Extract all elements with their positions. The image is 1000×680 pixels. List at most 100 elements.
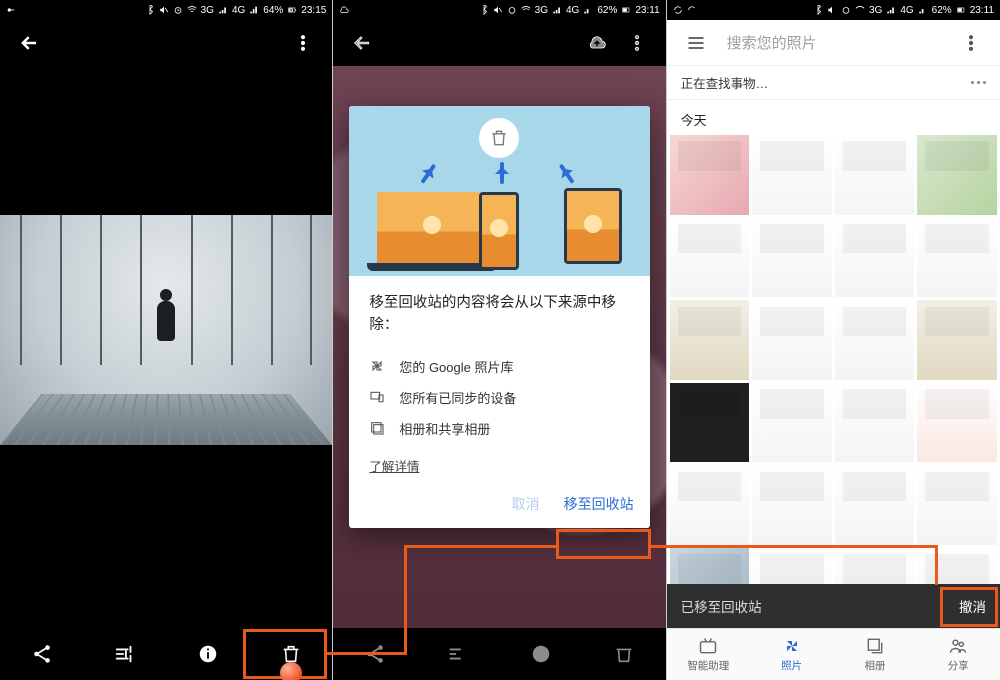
photo-thumb[interactable]	[835, 218, 915, 298]
back-button[interactable]	[12, 26, 46, 60]
photo-thumb[interactable]	[917, 383, 997, 463]
section-header-today: 今天	[667, 100, 1000, 135]
photo-thumb[interactable]	[835, 300, 915, 380]
photo-thumb[interactable]	[670, 465, 750, 545]
signal-icon	[886, 5, 896, 15]
learn-more-link[interactable]: 了解详情	[369, 456, 419, 475]
albums-icon	[865, 636, 885, 656]
photo-thumb[interactable]	[917, 218, 997, 298]
photo-thumb[interactable]	[917, 300, 997, 380]
nav-sharing[interactable]: 分享	[917, 629, 1000, 680]
overflow-button[interactable]	[620, 26, 654, 60]
nav-label: 智能助理	[687, 658, 729, 673]
snackbar-undo-button[interactable]: 撤消	[959, 596, 986, 616]
alarm-icon	[173, 5, 183, 15]
nav-label: 照片	[781, 658, 802, 673]
cloud-done-icon	[339, 5, 349, 15]
photo-thumb[interactable]	[835, 135, 915, 215]
photo-thumb[interactable]	[752, 465, 832, 545]
photo-thumb[interactable]	[752, 300, 832, 380]
arrow-left-icon	[352, 33, 372, 53]
nav-photos[interactable]: 照片	[750, 629, 833, 680]
signal-icon	[552, 5, 562, 15]
status-bar: 3G 4G 64% 23:15	[0, 0, 332, 20]
cloud-upload-button[interactable]	[580, 26, 614, 60]
pinwheel-icon	[369, 358, 385, 374]
signal2-icon	[583, 5, 593, 15]
share-button[interactable]	[25, 637, 59, 671]
wifi-icon	[187, 5, 197, 15]
photo-thumb[interactable]	[835, 465, 915, 545]
status-bar: 3G 4G 62% 23:11	[333, 0, 665, 20]
network-label: 3G	[535, 5, 548, 16]
search-input[interactable]: 搜索您的照片	[713, 32, 954, 53]
nav-albums[interactable]: 相册	[833, 629, 916, 680]
wifi-icon	[521, 5, 531, 15]
mute-icon	[827, 5, 837, 15]
signal-label: 4G	[232, 5, 245, 16]
clock: 23:11	[970, 5, 994, 16]
share-button	[358, 637, 392, 671]
signal-icon	[218, 5, 228, 15]
delete-button[interactable]	[274, 637, 308, 671]
nav-assistant[interactable]: 智能助理	[667, 629, 750, 680]
photo-thumb[interactable]	[752, 218, 832, 298]
dialog-cancel-button[interactable]: 取消	[512, 494, 540, 514]
clock: 23:11	[635, 5, 659, 16]
dialog-confirm-button[interactable]: 移至回收站	[564, 494, 634, 514]
edit-button[interactable]	[108, 637, 142, 671]
sync2-icon	[687, 5, 697, 15]
bottom-nav: 智能助理 照片 相册 分享	[667, 628, 1000, 680]
photo-thumb[interactable]	[752, 135, 832, 215]
tune-icon	[114, 643, 136, 665]
screen-photos-grid: 3G 4G 62% 23:11 搜索您的照片 正在查找事物…	[667, 0, 1000, 680]
photo-thumb[interactable]	[752, 383, 832, 463]
nav-label: 分享	[948, 658, 969, 673]
trash-icon	[280, 643, 302, 665]
dialog-item-label: 您所有已同步的设备	[399, 388, 516, 407]
devices-icon	[369, 389, 385, 405]
info-button[interactable]	[191, 637, 225, 671]
info-icon	[530, 643, 552, 665]
arrow-left-icon	[19, 33, 39, 53]
more-vert-icon	[627, 33, 647, 53]
network-label: 3G	[869, 5, 882, 16]
mute-icon	[159, 5, 169, 15]
battery-icon	[621, 5, 631, 15]
move-to-trash-dialog: 移至回收站的内容将会从以下来源中移除： 您的 Google 照片库 您所有已同步…	[349, 106, 649, 528]
photo-action-bar	[333, 628, 665, 680]
photo-thumb[interactable]	[917, 465, 997, 545]
signal2-icon	[249, 5, 259, 15]
dialog-item-label: 相册和共享相册	[399, 419, 490, 438]
assistant-icon	[698, 636, 718, 656]
more-vert-icon	[293, 33, 313, 53]
photo-thumb[interactable]	[917, 135, 997, 215]
photo-thumb[interactable]	[670, 218, 750, 298]
hamburger-icon	[686, 33, 706, 53]
photo-thumb[interactable]	[670, 383, 750, 463]
overflow-button[interactable]	[286, 26, 320, 60]
bluetooth-icon	[813, 5, 823, 15]
bluetooth-icon	[479, 5, 489, 15]
photo-action-bar	[0, 628, 332, 680]
back-button[interactable]	[345, 26, 379, 60]
dialog-item-library: 您的 Google 照片库	[369, 351, 629, 382]
delete-button	[607, 637, 641, 671]
photo-viewport[interactable]	[0, 215, 332, 445]
album-icon	[369, 420, 385, 436]
info-icon	[197, 643, 219, 665]
key-icon	[6, 5, 16, 15]
edit-button	[441, 637, 475, 671]
screen-delete-dialog: 3G 4G 62% 23:11	[333, 0, 666, 680]
share-icon	[364, 643, 386, 665]
tune-icon	[447, 643, 469, 665]
wifi-icon	[855, 5, 865, 15]
photo-grid[interactable]	[667, 135, 1000, 628]
menu-button[interactable]	[679, 26, 713, 60]
overflow-button[interactable]	[954, 26, 988, 60]
photo-thumb[interactable]	[670, 300, 750, 380]
dialog-item-label: 您的 Google 照片库	[399, 357, 513, 376]
photo-thumb[interactable]	[670, 135, 750, 215]
signal-label: 4G	[566, 5, 579, 16]
photo-thumb[interactable]	[835, 383, 915, 463]
